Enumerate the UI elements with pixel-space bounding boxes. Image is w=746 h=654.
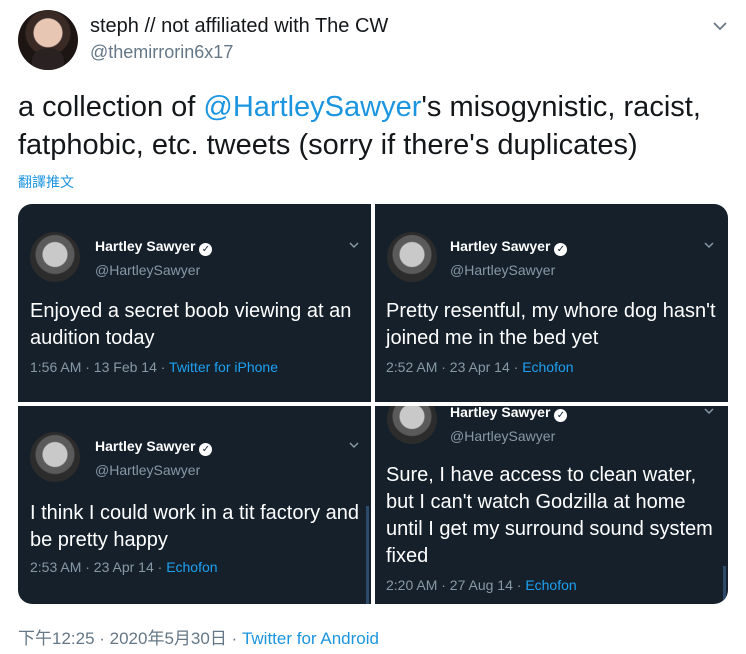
embedded-tweet-meta: 2:53 AM · 23 Apr 14 · Echofon [30,559,218,575]
embedded-avatar [30,432,80,482]
chevron-down-icon [703,406,715,418]
embedded-tweet-meta: 2:20 AM · 27 Aug 14 · Echofon [386,577,577,593]
verified-icon: ✓ [554,243,568,256]
tweet-text-before: a collection of [18,91,204,123]
embedded-avatar [30,232,80,282]
chevron-down-icon [703,238,715,252]
mention-link[interactable]: @HartleySawyer [203,91,421,123]
embedded-tweet-text: I think I could work in a tit factory an… [30,502,360,551]
embedded-name: Hartley Sawyer ✓ [95,438,213,456]
verified-icon: ✓ [554,409,568,422]
media-image-1[interactable]: Hartley Sawyer ✓ @HartleySawyer Enjoyed a… [18,204,371,402]
verified-icon: ✓ [199,243,213,256]
tweet-text: a collection of @HartleySawyer's misogyn… [18,88,728,164]
embedded-tweet-meta: 2:52 AM · 23 Apr 14 · Echofon [386,359,574,375]
embedded-tweet-text: Sure, I have access to clean water, but … [386,464,713,567]
verified-icon: ✓ [199,443,213,456]
embedded-tweet-text: Enjoyed a secret boob viewing at an audi… [30,300,352,349]
embedded-name: Hartley Sawyer ✓ [450,238,568,256]
embedded-avatar [387,406,437,444]
tweet-source-link[interactable]: Twitter for Android [242,629,379,648]
chevron-down-icon [348,238,360,252]
tweet-timestamp[interactable]: 下午12:25 · 2020年5月30日 · [18,629,242,648]
embedded-name: Hartley Sawyer ✓ [95,238,213,256]
display-name[interactable]: steph // not affiliated with The CW [90,15,388,38]
embedded-tweet-text: Pretty resentful, my whore dog hasn't jo… [386,300,716,349]
tweet-header: steph // not affiliated with The CW @the… [18,10,730,72]
translate-tweet-link[interactable]: 翻譯推文 [18,172,74,192]
media-image-2[interactable]: Hartley Sawyer ✓ @HartleySawyer Pretty re… [375,204,728,402]
media-image-3[interactable]: Hartley Sawyer ✓ @HartleySawyer I think I… [18,406,371,604]
media-image-4[interactable]: Hartley Sawyer ✓ @HartleySawyer Sure, I h… [375,406,728,604]
chevron-down-icon [348,438,360,452]
chevron-down-icon[interactable] [710,16,730,36]
scrollbar [723,566,726,604]
scrollbar [366,506,369,604]
media-grid[interactable]: Hartley Sawyer ✓ @HartleySawyer Enjoyed a… [18,204,728,604]
embedded-handle: @HartleySawyer [95,262,201,278]
user-handle[interactable]: @themirrorin6x17 [90,42,233,63]
avatar[interactable] [18,10,78,70]
embedded-handle: @HartleySawyer [95,462,201,478]
tweet-footer: 下午12:25 · 2020年5月30日 · Twitter for Andro… [18,624,379,649]
embedded-handle: @HartleySawyer [450,262,556,278]
embedded-handle: @HartleySawyer [450,428,556,444]
embedded-avatar [387,232,437,282]
embedded-tweet-meta: 1:56 AM · 13 Feb 14 · Twitter for iPhone [30,359,278,375]
embedded-name: Hartley Sawyer ✓ [450,406,568,422]
